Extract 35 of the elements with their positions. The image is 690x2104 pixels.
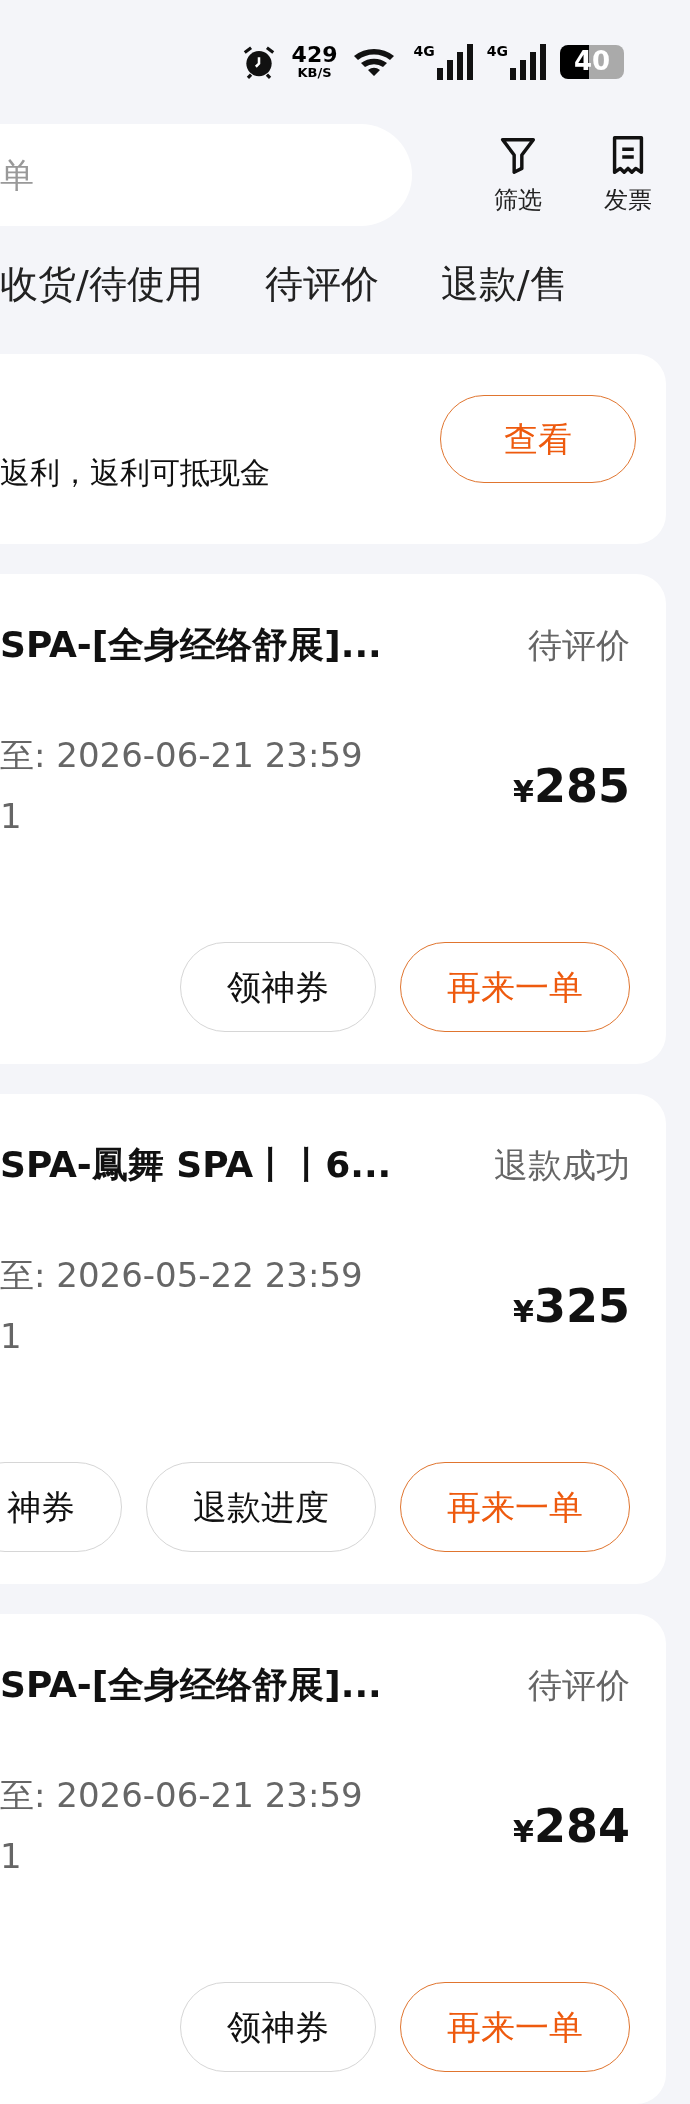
action-button[interactable]: 领神券	[180, 942, 376, 1032]
order-price: 284	[533, 1797, 630, 1855]
rebate-text: 返利，返利可抵现金	[0, 453, 270, 492]
order-price: 325	[533, 1277, 630, 1335]
action-button[interactable]: 领神券	[180, 1982, 376, 2072]
action-button[interactable]: 神券	[0, 1462, 122, 1552]
order-status: 退款成功	[494, 1143, 630, 1187]
order-title: SPA-[全身经络舒展]...	[0, 1663, 382, 1707]
filter-button[interactable]: 筛选	[494, 131, 542, 218]
order-title: SPA-鳳舞 SPA丨丨6...	[0, 1143, 392, 1187]
order-status: 待评价	[528, 623, 630, 667]
search-field[interactable]: 单	[0, 123, 412, 226]
order-tab[interactable]: 收货/待使用	[0, 256, 203, 314]
order-status: 待评价	[528, 1663, 630, 1707]
quantity: 1	[0, 1315, 23, 1358]
invoice-button[interactable]: 发票	[604, 131, 652, 218]
network-speed: 429	[291, 44, 338, 67]
quantity: 1	[0, 1835, 23, 1878]
signal-icon	[510, 43, 546, 80]
order-price: 285	[533, 757, 630, 815]
order-tab[interactable]: 退款/售	[440, 256, 568, 314]
currency-symbol: ¥	[513, 1813, 534, 1851]
quantity: 1	[0, 795, 23, 838]
speed-unit: KB/S	[297, 66, 332, 80]
order-tab[interactable]: 待评价	[264, 256, 379, 314]
network-type: 4G	[486, 43, 508, 58]
action-button[interactable]: 退款进度	[146, 1462, 376, 1552]
order-title: SPA-[全身经络舒展]...	[0, 623, 382, 667]
signal-icon	[436, 43, 473, 80]
currency-symbol: ¥	[513, 1293, 534, 1331]
currency-symbol: ¥	[513, 773, 534, 811]
network-type: 4G	[413, 43, 435, 58]
validity-date: 至: 2026-06-21 23:59	[0, 734, 363, 777]
validity-date: 至: 2026-05-22 23:59	[0, 1254, 363, 1297]
validity-date: 至: 2026-06-21 23:59	[0, 1774, 363, 1817]
